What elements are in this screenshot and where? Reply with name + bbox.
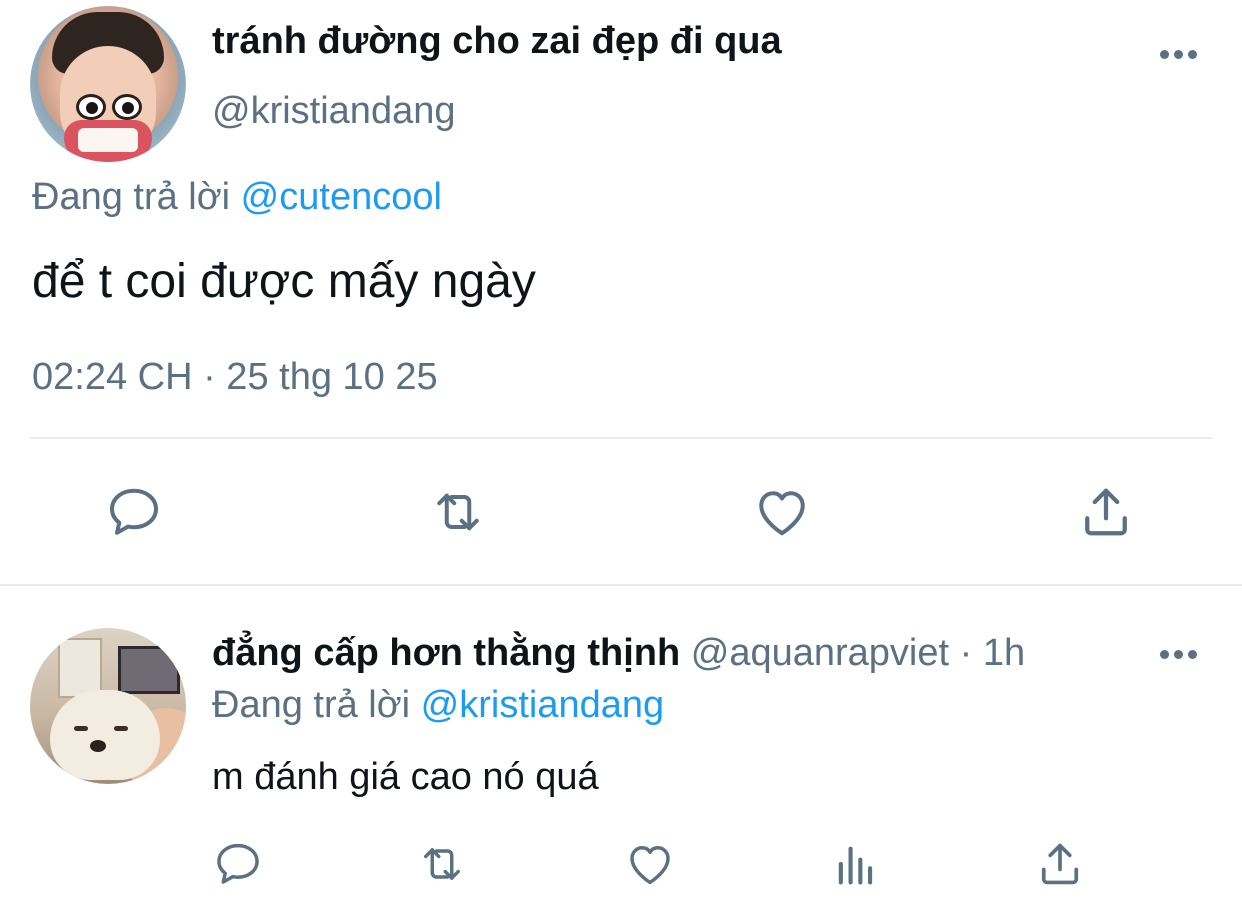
more-options-icon[interactable]: [1160, 50, 1197, 59]
avatar-right-eye: [112, 94, 142, 120]
author-avatar[interactable]: [30, 6, 186, 162]
header-separator: ·: [959, 632, 973, 674]
more-options-icon[interactable]: [1160, 650, 1197, 659]
author-handle[interactable]: @kristiandang: [212, 90, 455, 133]
avatar-left-eye: [76, 94, 106, 120]
divider: [30, 437, 1212, 439]
analytics-icon[interactable]: [830, 838, 882, 890]
reply-relative-time[interactable]: 1h: [983, 632, 1025, 674]
tweet-text: để t coi được mấy ngày: [32, 255, 536, 308]
section-divider: [0, 584, 1242, 586]
replying-to-mention[interactable]: @cutencool: [241, 176, 442, 218]
reply-author-display-name[interactable]: đẳng cấp hơn thằng thịnh: [212, 632, 680, 674]
replying-to-line: Đang trả lời @cutencool: [32, 176, 442, 219]
puppy-nose: [90, 740, 106, 752]
replying-to-prefix: Đang trả lời: [32, 176, 231, 218]
avatar-background-poster: [58, 638, 102, 698]
reply-author-avatar[interactable]: [30, 628, 186, 784]
like-icon[interactable]: [624, 838, 676, 890]
replying-to-prefix: Đang trả lời: [212, 684, 411, 726]
reply-header: đẳng cấp hơn thằng thịnh @aquanrapviet ·…: [212, 632, 1025, 675]
share-icon[interactable]: [1034, 838, 1086, 890]
retweet-icon[interactable]: [428, 482, 488, 542]
avatar-puppy: [50, 690, 160, 780]
author-display-name[interactable]: tránh đường cho zai đẹp đi qua: [212, 20, 782, 63]
puppy-eye: [74, 726, 88, 731]
avatar-background-frame: [118, 646, 180, 694]
reply-author-handle[interactable]: @aquanrapviet: [691, 632, 949, 674]
replying-to-mention[interactable]: @kristiandang: [421, 684, 664, 726]
avatar-teeth: [78, 128, 138, 152]
share-icon[interactable]: [1076, 482, 1136, 542]
retweet-icon[interactable]: [416, 838, 468, 890]
tweet-timestamp[interactable]: 02:24 CH · 25 thg 10 25: [32, 356, 438, 399]
reply-tweet-text: m đánh giá cao nó quá: [212, 756, 599, 798]
reply-icon[interactable]: [104, 482, 164, 542]
reply-icon[interactable]: [212, 838, 264, 890]
reply-replying-to-line: Đang trả lời @kristiandang: [212, 684, 664, 727]
like-icon[interactable]: [752, 482, 812, 542]
puppy-eye: [114, 726, 128, 731]
